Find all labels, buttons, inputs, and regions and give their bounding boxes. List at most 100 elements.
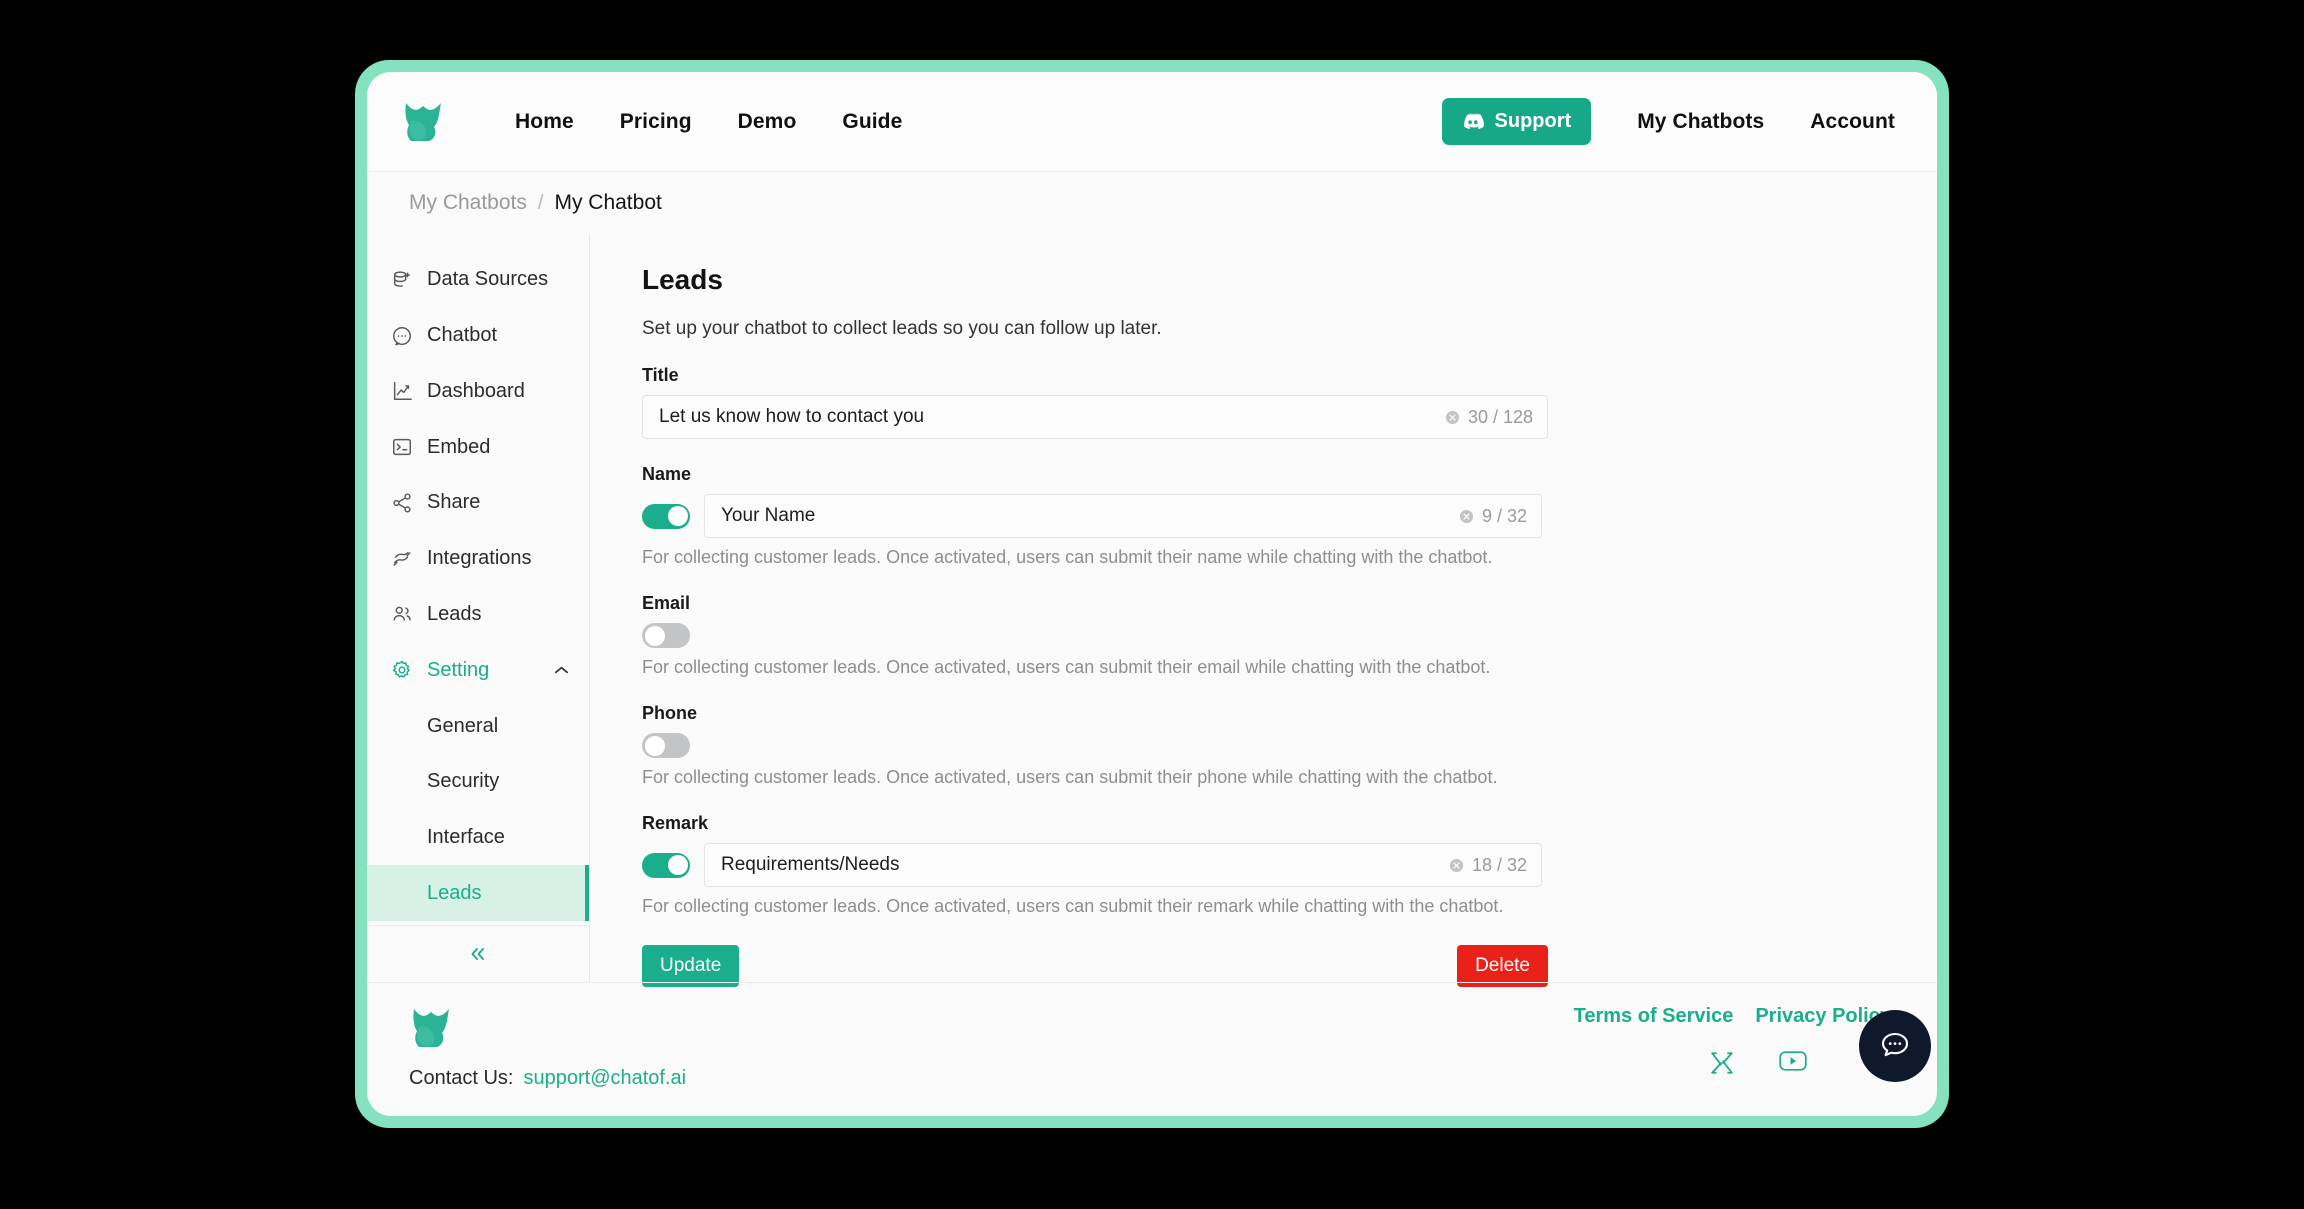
breadcrumb: My Chatbots / My Chatbot <box>367 172 1937 234</box>
nav-link-home[interactable]: Home <box>515 110 574 134</box>
chevron-up-icon[interactable] <box>554 665 569 675</box>
update-button[interactable]: Update <box>642 945 740 987</box>
name-helper-text: For collecting customer leads. Once acti… <box>642 547 1493 567</box>
sidebar-item-label: Dashboard <box>427 379 525 402</box>
remark-input-meta: 18 / 32 <box>1449 855 1527 876</box>
footer-left: Contact Us: support@chatof.ai <box>409 1005 686 1090</box>
screen: Home Pricing Demo Guide Support My Chatb… <box>0 0 2304 1209</box>
contact-line: Contact Us: support@chatof.ai <box>409 1067 686 1090</box>
name-toggle[interactable] <box>642 503 690 529</box>
phone-field-row <box>642 733 1937 758</box>
app-window: Home Pricing Demo Guide Support My Chatb… <box>367 72 1937 1116</box>
chatof-logo-icon[interactable] <box>409 1005 455 1051</box>
sidebar-item-label: Chatbot <box>427 324 498 347</box>
contact-email-link[interactable]: support@chatof.ai <box>523 1067 686 1090</box>
sidebar-subitem-interface[interactable]: Interface <box>367 810 589 866</box>
youtube-icon[interactable] <box>1779 1050 1807 1076</box>
sidebar-item-label: Integrations <box>427 547 532 570</box>
chat-widget-button[interactable] <box>1859 1010 1931 1082</box>
title-input[interactable]: Let us know how to contact you 30 / 128 <box>642 395 1548 439</box>
title-field-row: Let us know how to contact you 30 / 128 <box>642 395 1937 439</box>
leads-settings-panel: Leads Set up your chatbot to collect lea… <box>590 234 1937 987</box>
breadcrumb-parent[interactable]: My Chatbots <box>409 191 527 215</box>
name-input-value: Your Name <box>721 505 816 526</box>
clear-circle-icon[interactable] <box>1459 509 1474 524</box>
secondary-nav-links: Support My Chatbots Account <box>1441 98 1895 145</box>
sidebar-item-setting[interactable]: Setting <box>367 642 589 698</box>
chatof-logo-icon[interactable] <box>401 99 447 145</box>
email-toggle[interactable] <box>642 623 690 648</box>
support-button-label: Support <box>1494 110 1572 132</box>
sidebar-item-embed[interactable]: Embed <box>367 419 589 475</box>
nav-link-demo[interactable]: Demo <box>738 110 797 134</box>
chat-bubble-icon <box>391 325 413 347</box>
x-twitter-icon[interactable] <box>1709 1050 1735 1076</box>
email-field-row <box>642 623 1937 648</box>
database-plus-icon <box>391 269 413 291</box>
line-chart-icon <box>391 380 413 402</box>
sidebar-subitem-security[interactable]: Security <box>367 754 589 810</box>
sidebar-subitem-general[interactable]: General <box>367 698 589 754</box>
sidebar-item-label: Data Sources <box>427 268 549 291</box>
name-input-meta: 9 / 32 <box>1459 506 1527 527</box>
content-area: Data Sources Chatbot Dashboard Embed Sha… <box>367 234 1937 987</box>
share-nodes-icon <box>391 492 413 514</box>
sidebar-item-label: Setting <box>427 658 490 681</box>
phone-field-label: Phone <box>642 703 698 723</box>
social-links <box>1709 1050 1807 1076</box>
support-button[interactable]: Support <box>1441 98 1592 145</box>
chat-dots-icon <box>1877 1028 1913 1064</box>
terminal-icon <box>391 436 413 458</box>
title-counter: 30 / 128 <box>1467 406 1533 427</box>
primary-nav-links: Home Pricing Demo Guide <box>515 110 902 134</box>
title-field-label: Title <box>642 365 679 385</box>
contact-label: Contact Us: <box>409 1067 514 1089</box>
nav-link-account[interactable]: Account <box>1810 110 1895 134</box>
nav-link-my-chatbots[interactable]: My Chatbots <box>1637 110 1764 134</box>
remark-input[interactable]: Requirements/Needs 18 / 32 <box>704 843 1542 887</box>
remark-toggle[interactable] <box>642 852 690 878</box>
clear-circle-icon[interactable] <box>1445 410 1460 425</box>
footer-links: Terms of Service Privacy Policy <box>1574 1005 1891 1028</box>
sidebar-item-leads[interactable]: Leads <box>367 587 589 643</box>
phone-helper-text: For collecting customer leads. Once acti… <box>642 767 1498 787</box>
remark-counter: 18 / 32 <box>1471 854 1527 875</box>
breadcrumb-current: My Chatbot <box>554 191 662 214</box>
sidebar-item-integrations[interactable]: Integrations <box>367 531 589 587</box>
clear-circle-icon[interactable] <box>1449 858 1464 873</box>
toggle-knob <box>667 855 688 875</box>
toggle-knob <box>644 735 665 756</box>
footer-right: Terms of Service Privacy Policy <box>1574 1005 1891 1090</box>
title-input-value: Let us know how to contact you <box>659 406 925 427</box>
footer: Contact Us: support@chatof.ai Terms of S… <box>367 982 1937 1116</box>
toggle-knob <box>644 625 665 646</box>
users-icon <box>391 603 413 625</box>
sidebar-item-label: Share <box>427 491 481 514</box>
sidebar-subitem-leads[interactable]: Leads <box>367 865 589 922</box>
phone-toggle[interactable] <box>642 733 690 758</box>
email-helper-text: For collecting customer leads. Once acti… <box>642 657 1491 677</box>
integrations-icon <box>391 548 413 570</box>
page-subtitle: Set up your chatbot to collect leads so … <box>642 318 1162 339</box>
sidebar-collapse-button[interactable] <box>367 925 589 982</box>
terms-of-service-link[interactable]: Terms of Service <box>1574 1005 1734 1028</box>
sidebar-item-data-sources[interactable]: Data Sources <box>367 252 589 308</box>
sidebar-item-chatbot[interactable]: Chatbot <box>367 308 589 364</box>
email-field-label: Email <box>642 593 691 613</box>
remark-input-value: Requirements/Needs <box>721 854 900 875</box>
app-frame: Home Pricing Demo Guide Support My Chatb… <box>355 60 1949 1128</box>
sidebar-item-share[interactable]: Share <box>367 475 589 531</box>
sidebar-item-dashboard[interactable]: Dashboard <box>367 364 589 420</box>
sidebar: Data Sources Chatbot Dashboard Embed Sha… <box>367 234 590 982</box>
sidebar-item-label: Embed <box>427 435 491 458</box>
gear-icon <box>391 659 413 681</box>
delete-button[interactable]: Delete <box>1457 945 1548 987</box>
nav-link-guide[interactable]: Guide <box>842 110 902 134</box>
breadcrumb-separator: / <box>537 191 544 214</box>
name-input[interactable]: Your Name 9 / 32 <box>704 494 1542 538</box>
nav-link-pricing[interactable]: Pricing <box>620 110 692 134</box>
remark-field-row: Requirements/Needs 18 / 32 <box>642 843 1937 887</box>
top-navigation-bar: Home Pricing Demo Guide Support My Chatb… <box>367 72 1937 172</box>
remark-helper-text: For collecting customer leads. Once acti… <box>642 896 1504 916</box>
sidebar-item-label: Leads <box>427 602 482 625</box>
